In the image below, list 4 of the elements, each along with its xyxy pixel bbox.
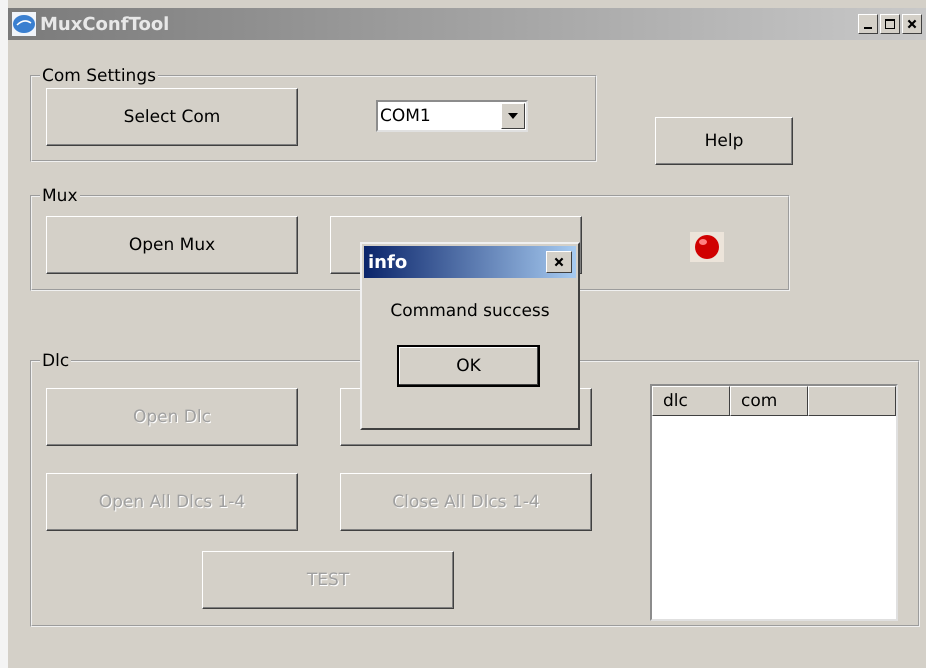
group-label: Com Settings [40, 66, 158, 86]
dialog-message: Command success [389, 301, 551, 321]
dialog-title: info [368, 252, 408, 272]
window-title: MuxConfTool [40, 14, 170, 34]
